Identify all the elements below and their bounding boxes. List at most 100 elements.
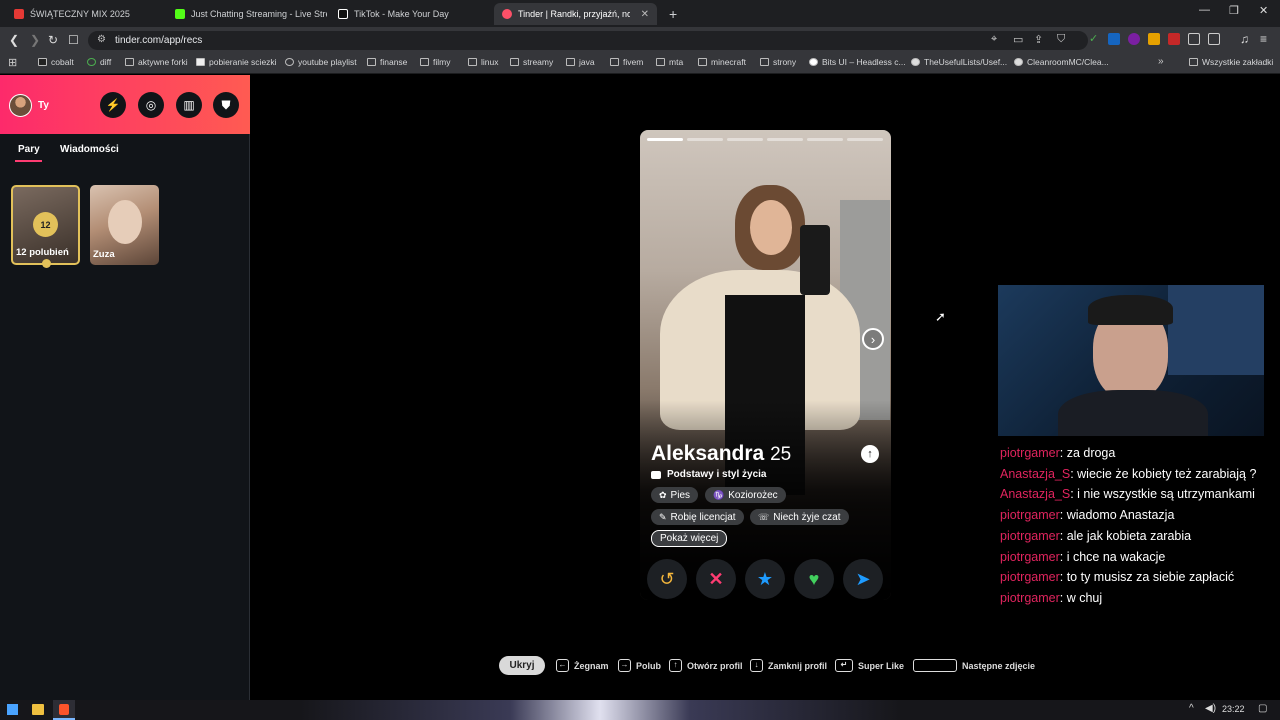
likes-card[interactable]: 12 12 polubień — [11, 185, 80, 265]
tab-tiktok[interactable]: TikTok - Make Your Day — [330, 3, 490, 25]
download-icon — [196, 58, 205, 66]
folder-icon — [420, 58, 429, 66]
media-icon[interactable]: ♫ — [1240, 32, 1249, 46]
profile-label[interactable]: Ty — [38, 100, 49, 111]
extension-icon[interactable] — [1128, 33, 1140, 45]
bookmark-item[interactable]: streamy — [510, 57, 553, 67]
sidebar-icon[interactable] — [1208, 33, 1220, 45]
share-icon[interactable]: ⇪ — [1034, 33, 1043, 46]
reload-icon[interactable]: ↻ — [48, 33, 58, 47]
photo-progress-bar — [847, 138, 883, 141]
profile-card[interactable]: › Aleksandra 25 ↑ Podstawy i styl życia … — [640, 130, 891, 600]
chat-line: piotrgamer: wiadomo Anastazja — [1000, 505, 1280, 526]
bookmark-item[interactable]: java — [566, 57, 595, 67]
open-profile-icon[interactable]: ↑ — [861, 445, 879, 463]
star-icon: ★ — [756, 568, 774, 589]
browser-toolbar: ❮ ❯ ↻ ☐ ⚙ tinder.com/app/recs ⌖ ▭ ⇪ ⛉ ✓ … — [0, 27, 1280, 53]
bookmark-label: strony — [773, 57, 797, 67]
start-icon[interactable] — [7, 704, 18, 715]
chat-line: piotrgamer: w chuj — [1000, 588, 1280, 609]
file-explorer-icon[interactable] — [32, 704, 44, 715]
photo-progress-bar — [687, 138, 723, 141]
new-tab-button[interactable]: + — [661, 3, 681, 25]
boost-send-button[interactable]: ➤ — [843, 559, 883, 599]
clock[interactable]: 23:22 — [1222, 704, 1245, 714]
like-button[interactable]: ♥ — [794, 559, 834, 599]
bookmark-item[interactable]: strony — [760, 57, 796, 67]
forward-icon[interactable]: ❯ — [30, 33, 40, 47]
bookmark-item[interactable]: cobalt — [38, 57, 74, 67]
menu-icon[interactable]: ≡ — [1260, 32, 1267, 46]
bookmark-item[interactable]: youtube playlist — [285, 57, 357, 67]
bookmark-item[interactable]: Bits UI – Headless c... — [809, 57, 906, 67]
browser-tab-strip: ŚWIĄTECZNY MIX 2025 Just Chatting Stream… — [0, 0, 1280, 27]
back-icon[interactable]: ❮ — [9, 33, 19, 47]
kick-icon — [175, 9, 185, 19]
more-bookmarks-icon[interactable]: » — [1158, 56, 1164, 67]
hide-shortcuts-button[interactable]: Ukryj — [499, 656, 545, 675]
all-bookmarks-button[interactable]: Wszystkie zakładki — [1189, 57, 1273, 67]
shortcut-like: → Polub — [618, 659, 661, 672]
brave-taskbar-button[interactable] — [53, 700, 75, 720]
chat-line: piotrgamer: za droga — [1000, 443, 1280, 464]
cast-icon[interactable]: ▭ — [1013, 33, 1023, 46]
bookmark-item[interactable]: minecraft — [698, 57, 746, 67]
bookmark-item[interactable]: CleanroomMC/Clea... — [1014, 57, 1109, 67]
bookmark-item[interactable]: TheUsefulLists/Usef... — [911, 57, 1007, 67]
briefcase-icon[interactable]: ▥ — [176, 92, 202, 118]
address-bar[interactable]: ⚙ tinder.com/app/recs ⌖ ▭ ⇪ ⛉ — [88, 31, 1088, 50]
bookmark-label: TheUsefulLists/Usef... — [924, 57, 1008, 67]
bookmark-item[interactable]: mta — [656, 57, 683, 67]
bookmark-icon[interactable]: ☐ — [68, 33, 79, 47]
extensions-puzzle-icon[interactable] — [1188, 33, 1200, 45]
bookmark-label: java — [579, 57, 595, 67]
tab-swiateczny-mix[interactable]: ŚWIĄTECZNY MIX 2025 — [6, 3, 166, 25]
apps-grid-icon[interactable]: ⊞ — [8, 56, 17, 69]
chip-communication: ☏ Niech żyje czat — [750, 509, 849, 525]
rewind-button[interactable]: ↺ — [647, 559, 687, 599]
close-window-icon[interactable]: ✕ — [1259, 4, 1268, 17]
tab-messages[interactable]: Wiadomości — [60, 144, 119, 155]
match-name: Zuza — [93, 249, 115, 260]
next-photo-icon[interactable]: › — [862, 328, 884, 350]
super-like-button[interactable]: ★ — [745, 559, 785, 599]
check-extension-icon[interactable]: ✓ — [1089, 32, 1101, 45]
extension-icon[interactable] — [1168, 33, 1180, 45]
tab-kick-stream[interactable]: Just Chatting Streaming - Live Stream — [167, 3, 327, 25]
match-card[interactable]: Zuza — [90, 185, 159, 265]
bookmark-item[interactable]: diff — [87, 57, 111, 67]
extension-icon[interactable] — [1108, 33, 1120, 45]
tab-matches[interactable]: Pary — [18, 144, 40, 155]
location-icon[interactable]: ⌖ — [991, 33, 997, 46]
restore-icon[interactable]: ❐ — [1229, 4, 1239, 17]
tab-tinder[interactable]: Tinder | Randki, przyjaźń, nowe z ✕ — [494, 3, 657, 25]
boost-icon[interactable]: ⚡ — [100, 92, 126, 118]
extension-icon[interactable] — [1148, 33, 1160, 45]
bookmark-item[interactable]: pobieranie sciezki — [196, 57, 277, 67]
chip-pet: ✿ Pies — [651, 487, 698, 503]
minimize-icon[interactable]: — — [1199, 4, 1210, 16]
notifications-icon[interactable]: ▢ — [1258, 703, 1267, 714]
bookmark-item[interactable]: filmy — [420, 57, 450, 67]
avatar[interactable] — [9, 94, 32, 117]
tag-icon — [651, 470, 661, 479]
volume-icon[interactable]: ◀) — [1205, 703, 1216, 714]
basics-section: Podstawy i styl życia — [651, 469, 767, 480]
bookmark-item[interactable]: linux — [468, 57, 498, 67]
bookmark-item[interactable]: fivem — [610, 57, 643, 67]
show-more-button[interactable]: Pokaż więcej — [651, 530, 728, 547]
chat-line: piotrgamer: ale jak kobieta zarabia — [1000, 526, 1280, 547]
chat-username: piotrgamer — [1000, 549, 1060, 564]
nope-button[interactable]: ✕ — [696, 559, 736, 599]
bookmark-item[interactable]: finanse — [367, 57, 407, 67]
bookmark-item[interactable]: aktywne forki — [125, 57, 188, 67]
safety-shield-icon[interactable]: ⛊ — [213, 92, 239, 118]
brave-shield-icon[interactable]: ⛉ — [1057, 33, 1065, 46]
tray-chevron-icon[interactable]: ^ — [1189, 703, 1194, 714]
shortcut-nope: ← Żegnam — [556, 659, 609, 672]
tiktok-icon — [338, 9, 348, 19]
site-info-icon[interactable]: ⚙ — [97, 34, 106, 45]
close-tab-icon[interactable]: ✕ — [635, 9, 649, 20]
chat-text: : i nie wszystkie są utrzymankami — [1070, 487, 1255, 502]
explore-compass-icon[interactable]: ◎ — [138, 92, 164, 118]
